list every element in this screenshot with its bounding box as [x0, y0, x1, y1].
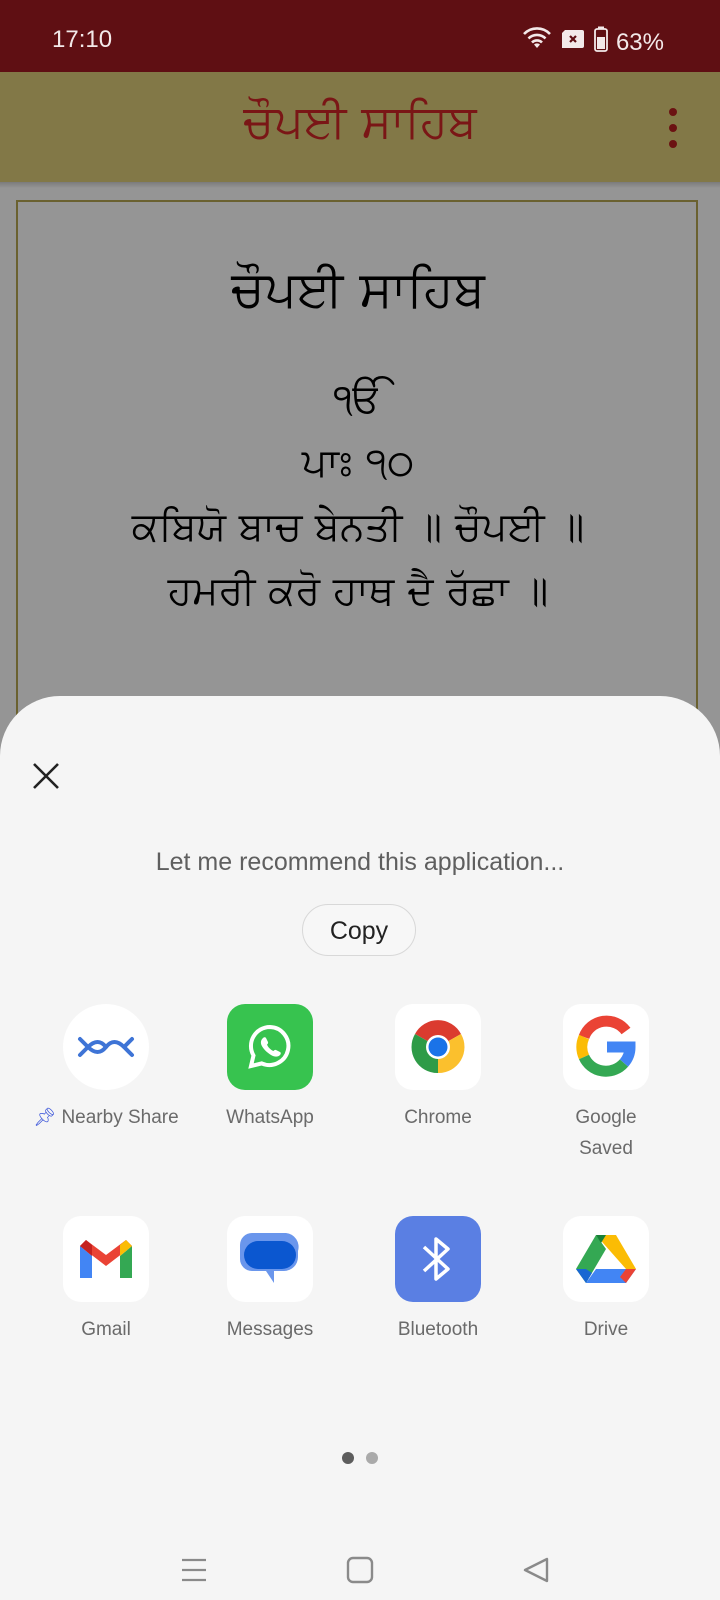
- home-icon[interactable]: [344, 1554, 376, 1586]
- app-label-text: Nearby Share: [61, 1107, 179, 1128]
- app-label-line1: Google: [575, 1107, 637, 1128]
- battery-icon: [594, 26, 608, 59]
- app-label: Gmail: [81, 1319, 131, 1340]
- share-target-nearby-share[interactable]: 📌︎ Nearby Share: [22, 1004, 190, 1133]
- chrome-icon: [395, 1004, 481, 1090]
- gmail-icon: [63, 1216, 149, 1302]
- recents-menu-icon[interactable]: [178, 1554, 210, 1586]
- app-bar-shadow: [0, 182, 720, 188]
- whatsapp-icon: [227, 1004, 313, 1090]
- share-target-messages[interactable]: Messages: [186, 1216, 354, 1345]
- app-label: Messages: [226, 1319, 314, 1340]
- more-vert-icon[interactable]: [666, 108, 680, 148]
- share-target-google[interactable]: Google Saved: [522, 1004, 690, 1164]
- back-icon[interactable]: [520, 1554, 552, 1586]
- page-indicator: [0, 1452, 720, 1464]
- share-message: Let me recommend this application...: [155, 848, 565, 876]
- drive-icon: [563, 1216, 649, 1302]
- share-target-whatsapp[interactable]: WhatsApp: [186, 1004, 354, 1133]
- share-target-drive[interactable]: Drive: [522, 1216, 690, 1345]
- content-line: ਪਾਃ ੧੦: [301, 440, 415, 486]
- status-icons: 63%: [522, 26, 664, 59]
- share-target-chrome[interactable]: Chrome: [354, 1004, 522, 1133]
- content-line: ਕਬਿਯੋ ਬਾਚ ਬੇਨਤੀ ॥ ਚੌਪਈ ॥: [131, 504, 585, 550]
- bluetooth-icon: [395, 1216, 481, 1302]
- page-dot[interactable]: [366, 1452, 378, 1464]
- share-target-gmail[interactable]: Gmail: [22, 1216, 190, 1345]
- status-bar: 17:10 63%: [0, 0, 720, 72]
- app-title: ਚੌਪਈ ਸਾਹਿਬ: [243, 94, 477, 148]
- gurbani-content: ਚੌਪਈ ਸਾਹਿਬ ੴ ਪਾਃ ੧੦ ਕਬਿਯੋ ਬਾਚ ਬੇਨਤੀ ॥ ਚੌ…: [18, 260, 698, 623]
- nav-bar: [0, 1540, 720, 1600]
- app-label: Bluetooth: [397, 1319, 479, 1340]
- copy-button[interactable]: Copy: [302, 904, 416, 956]
- content-heading: ਚੌਪਈ ਸਾਹਿਬ: [231, 260, 485, 318]
- app-label: 📌︎ Nearby Share: [22, 1102, 190, 1133]
- nearby-share-icon: [63, 1004, 149, 1090]
- close-icon[interactable]: [28, 758, 64, 794]
- google-icon: [563, 1004, 649, 1090]
- share-target-bluetooth[interactable]: Bluetooth: [354, 1216, 522, 1345]
- app-label: WhatsApp: [226, 1107, 314, 1128]
- app-label-line2: Saved: [579, 1138, 633, 1159]
- page-dot-active[interactable]: [342, 1452, 354, 1464]
- messages-icon: [227, 1216, 313, 1302]
- app-bar: ਚੌਪਈ ਸਾਹਿਬ: [0, 72, 720, 182]
- app-label: Chrome: [404, 1107, 472, 1128]
- content-line: ਹਮਰੀ ਕਰੋ ਹਾਥ ਦੈ ਰੱਛਾ ॥: [167, 568, 549, 614]
- wifi-icon: [522, 27, 552, 58]
- battery-percent: 63%: [615, 28, 664, 56]
- no-sim-icon: [560, 28, 586, 57]
- status-time: 17:10: [52, 26, 113, 53]
- pin-icon: 📌︎: [33, 1107, 57, 1127]
- app-label: Google Saved: [522, 1102, 690, 1164]
- content-line: ੴ: [333, 376, 383, 422]
- app-label: Drive: [583, 1319, 629, 1340]
